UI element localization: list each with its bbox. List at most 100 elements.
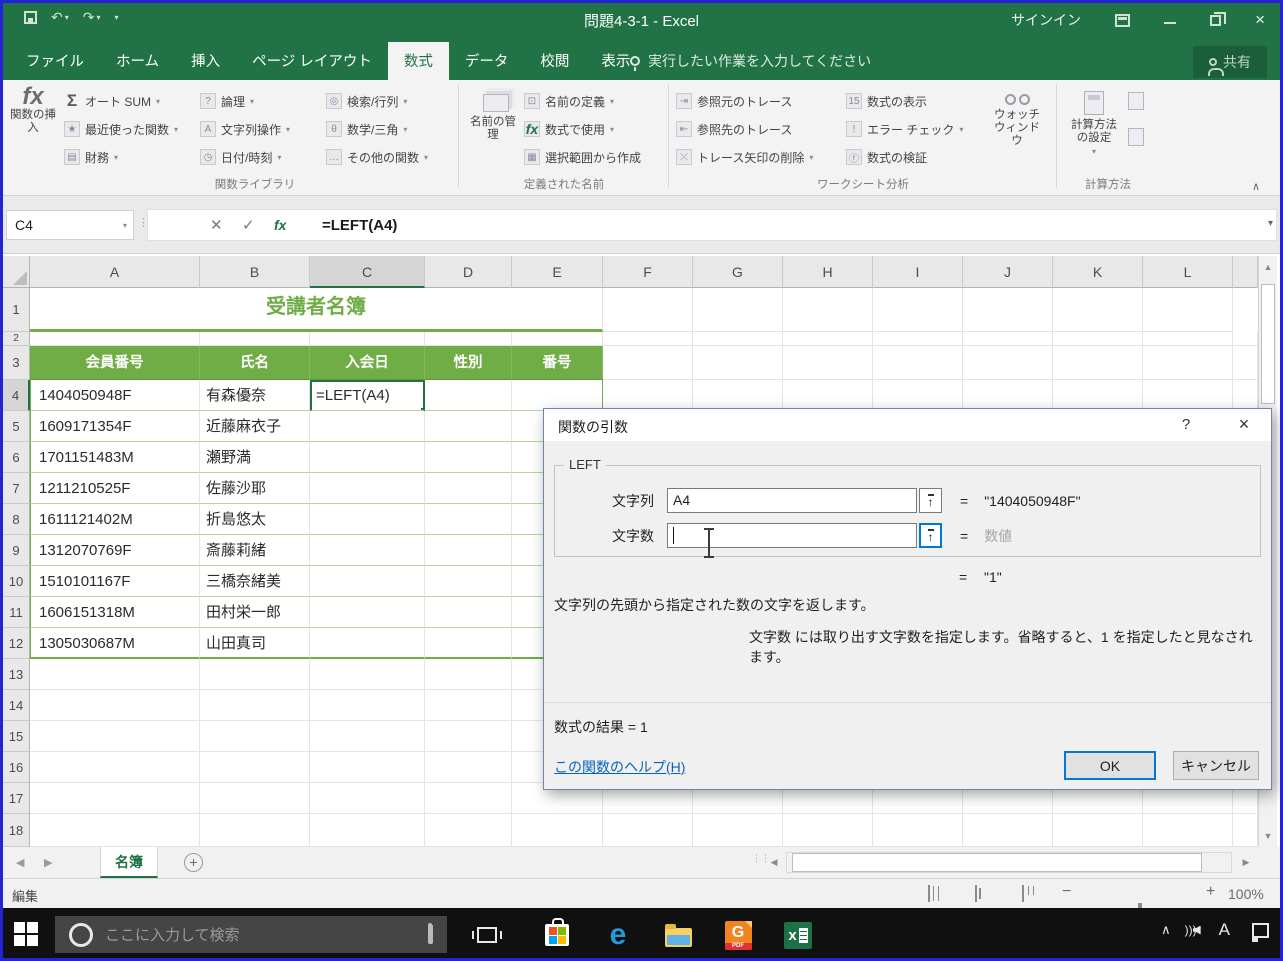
- cancel-entry-button[interactable]: ✕: [210, 216, 223, 234]
- cell-F2[interactable]: [603, 332, 693, 346]
- cell-F18[interactable]: [603, 814, 693, 847]
- cell-G18[interactable]: [693, 814, 783, 847]
- define-name-button[interactable]: ⊡名前の定義▾: [524, 88, 641, 114]
- minimize-button[interactable]: [1164, 22, 1176, 24]
- row-header-3[interactable]: 3: [3, 346, 30, 380]
- cell-I18[interactable]: [873, 814, 963, 847]
- name-box[interactable]: C4 ▾: [6, 210, 134, 240]
- financial-button[interactable]: ▤財務▾: [64, 144, 178, 170]
- dialog-close-button[interactable]: ×: [1232, 414, 1256, 435]
- cell-F3[interactable]: [603, 346, 693, 380]
- scroll-up-icon[interactable]: ▲: [1259, 262, 1277, 272]
- show-formulas-button[interactable]: 15数式の表示: [846, 88, 963, 114]
- cell-D5[interactable]: [425, 411, 512, 442]
- tab-home[interactable]: ホーム: [100, 42, 175, 80]
- evaluate-formula-button[interactable]: ⓕ数式の検証: [846, 144, 963, 170]
- tab-page-layout[interactable]: ページ レイアウト: [236, 42, 388, 80]
- cell-D13[interactable]: [425, 659, 512, 690]
- col-header-J[interactable]: J: [963, 256, 1053, 288]
- cell-D4[interactable]: [425, 380, 512, 411]
- watch-window-button[interactable]: ウォッチ ウィンドウ: [988, 86, 1046, 148]
- text-arg-input[interactable]: A4: [667, 488, 917, 513]
- col-header-E[interactable]: E: [512, 256, 603, 288]
- cell-A17[interactable]: [30, 783, 200, 814]
- cell-F1[interactable]: [603, 288, 693, 332]
- restore-button[interactable]: [1210, 15, 1221, 26]
- dialog-titlebar[interactable]: 関数の引数: [544, 409, 1271, 441]
- text-arg-collapse-button[interactable]: ↑: [919, 488, 942, 513]
- numchars-arg-collapse-button[interactable]: ↑: [919, 523, 942, 548]
- formula-input[interactable]: [147, 209, 1277, 241]
- share-button[interactable]: 共有: [1193, 46, 1267, 78]
- cell-C17[interactable]: [310, 783, 425, 814]
- cell-B2[interactable]: [200, 332, 310, 346]
- cell-A9[interactable]: 1312070769F: [30, 535, 200, 566]
- sign-in-button[interactable]: サインイン: [1011, 10, 1081, 30]
- cell-E3[interactable]: 番号: [512, 346, 603, 380]
- cell-D8[interactable]: [425, 504, 512, 535]
- cell-J1[interactable]: [963, 288, 1053, 332]
- cell-B7[interactable]: 佐藤沙耶: [200, 473, 310, 504]
- hscroll-left-icon[interactable]: ◀: [764, 852, 784, 873]
- cell-D6[interactable]: [425, 442, 512, 473]
- insert-function-fx-button[interactable]: fx: [274, 217, 286, 233]
- cell-A16[interactable]: [30, 752, 200, 783]
- cell-C2[interactable]: [310, 332, 425, 346]
- file-explorer-button[interactable]: [658, 921, 698, 949]
- cell-D11[interactable]: [425, 597, 512, 628]
- cell-B16[interactable]: [200, 752, 310, 783]
- store-button[interactable]: [537, 921, 577, 949]
- sheet-prev-icon[interactable]: ◀: [16, 856, 24, 869]
- horizontal-scroll-thumb[interactable]: [792, 853, 1202, 872]
- cell-H3[interactable]: [783, 346, 873, 380]
- function-help-link[interactable]: この関数のヘルプ(H): [554, 757, 685, 777]
- cell-J3[interactable]: [963, 346, 1053, 380]
- cell-G2[interactable]: [693, 332, 783, 346]
- close-button[interactable]: ×: [1255, 13, 1265, 27]
- tray-chevron-icon[interactable]: ∧: [1161, 922, 1171, 938]
- cell-H1[interactable]: [783, 288, 873, 332]
- cell-J18[interactable]: [963, 814, 1053, 847]
- cell-B10[interactable]: 三橋奈緒美: [200, 566, 310, 597]
- col-header-H[interactable]: H: [783, 256, 873, 288]
- cell-D10[interactable]: [425, 566, 512, 597]
- page-break-view-button[interactable]: [1022, 885, 1024, 902]
- cell-B4[interactable]: 有森優奈: [200, 380, 310, 411]
- use-in-formula-button[interactable]: fx数式で使用▾: [524, 116, 641, 142]
- cell-G4[interactable]: [693, 380, 783, 411]
- recent-functions-button[interactable]: ★最近使った関数▾: [64, 116, 178, 142]
- page-layout-view-button[interactable]: [975, 885, 977, 902]
- create-from-selection-button[interactable]: ▦選択範囲から作成: [524, 144, 641, 170]
- autosum-button[interactable]: Σオート SUM▾: [64, 88, 178, 114]
- cell-B11[interactable]: 田村栄一郎: [200, 597, 310, 628]
- worksheet-title-cell[interactable]: 受講者名簿: [30, 288, 603, 332]
- math-trig-button[interactable]: θ数学/三角▾: [326, 116, 428, 142]
- cell-C12[interactable]: [310, 628, 425, 659]
- cell-K1[interactable]: [1053, 288, 1143, 332]
- hscroll-right-icon[interactable]: ▶: [1236, 852, 1256, 873]
- cell-F4[interactable]: [603, 380, 693, 411]
- cell-L4[interactable]: [1143, 380, 1233, 411]
- cell-C18[interactable]: [310, 814, 425, 847]
- cell-A15[interactable]: [30, 721, 200, 752]
- cell-L1[interactable]: [1143, 288, 1233, 332]
- vertical-scroll-thumb[interactable]: [1261, 284, 1275, 404]
- cell-B6[interactable]: 瀬野満: [200, 442, 310, 473]
- excel-taskbar-button[interactable]: x: [778, 921, 818, 949]
- cell-B15[interactable]: [200, 721, 310, 752]
- row-header-16[interactable]: 16: [3, 752, 30, 783]
- cell-D2[interactable]: [425, 332, 512, 346]
- start-button[interactable]: [14, 922, 40, 948]
- sheet-tab-meibo[interactable]: 名簿: [100, 847, 158, 878]
- cell-L18[interactable]: [1143, 814, 1233, 847]
- cell-B17[interactable]: [200, 783, 310, 814]
- edge-button[interactable]: e: [598, 921, 638, 949]
- cell-A18[interactable]: [30, 814, 200, 847]
- cell-K18[interactable]: [1053, 814, 1143, 847]
- insert-function-button[interactable]: fx 関数の挿入: [6, 86, 60, 135]
- cell-C16[interactable]: [310, 752, 425, 783]
- cell-A11[interactable]: 1606151318M: [30, 597, 200, 628]
- cell-B12[interactable]: 山田真司: [200, 628, 310, 659]
- cell-A6[interactable]: 1701151483M: [30, 442, 200, 473]
- cell-D7[interactable]: [425, 473, 512, 504]
